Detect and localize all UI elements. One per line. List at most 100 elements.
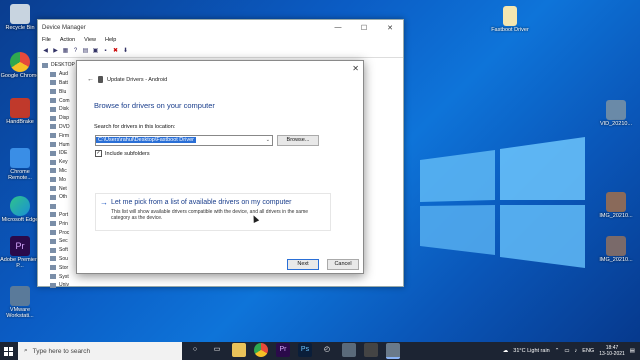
- device-tree-label: Soft: [59, 247, 68, 254]
- network-icon[interactable]: ▭: [564, 348, 569, 354]
- menu-bar: File Action View Help: [38, 35, 403, 45]
- device-tree-item[interactable]: Mo: [42, 175, 75, 184]
- device-tree-item[interactable]: Com: [42, 96, 75, 105]
- pick-from-list-option[interactable]: → Let me pick from a list of available d…: [95, 193, 331, 231]
- device-tree-item[interactable]: Proc: [42, 228, 75, 237]
- forward-icon[interactable]: ▶: [52, 48, 59, 55]
- toolbar: ◀ ▶ ▦ ? ▤ ▣ ▪ ✖ ⬇: [38, 45, 403, 58]
- desktop-icon-chrome-remote[interactable]: Chrome Remote...: [0, 148, 40, 181]
- desktop-icon-edge[interactable]: Microsoft Edge: [0, 196, 40, 223]
- device-tree-item[interactable]: [42, 202, 75, 211]
- edge-icon: [10, 196, 30, 216]
- device-tree-item[interactable]: Prin: [42, 219, 75, 228]
- device-tree-item[interactable]: Batt: [42, 79, 75, 88]
- task-view-2-icon[interactable]: ▭: [210, 343, 224, 357]
- system-tray: ☁ 31°C Light rain ⌃ ▭ ♪ ENG 18:47 13-10-…: [503, 342, 635, 360]
- device-tree-label: Prin: [59, 220, 68, 227]
- task-view-icon[interactable]: ○: [188, 343, 202, 357]
- photoshop-taskbar-icon[interactable]: Ps: [298, 343, 312, 357]
- device-tree-item[interactable]: Mic: [42, 167, 75, 176]
- device-tree-item[interactable]: Disk: [42, 105, 75, 114]
- device-tree-item[interactable]: Blu: [42, 87, 75, 96]
- chrome-icon: [10, 52, 30, 72]
- device-tree-item[interactable]: Key: [42, 158, 75, 167]
- device-tree-item[interactable]: Firm: [42, 131, 75, 140]
- vmware-icon: [10, 286, 30, 306]
- device-tree-item[interactable]: Stor: [42, 263, 75, 272]
- weather-text[interactable]: 31°C Light rain: [513, 348, 549, 354]
- start-button[interactable]: [0, 342, 16, 360]
- include-subfolders-checkbox[interactable]: ✓ Include subfolders: [95, 150, 150, 157]
- app-taskbar-icon[interactable]: ◴: [320, 343, 334, 357]
- device-category-icon: [50, 177, 56, 183]
- next-button[interactable]: Next: [287, 259, 319, 270]
- taskbar-search[interactable]: ⌕ Type here to search: [18, 342, 182, 360]
- help-icon[interactable]: ?: [72, 48, 79, 55]
- device-tree-item[interactable]: IDE: [42, 149, 75, 158]
- device-tree-item[interactable]: Sec: [42, 237, 75, 246]
- notifications-icon[interactable]: ▤: [630, 348, 635, 354]
- dialog-close-button[interactable]: ✕: [352, 64, 359, 73]
- scan-hardware-icon[interactable]: ▣: [92, 48, 99, 55]
- volume-icon[interactable]: ♪: [575, 348, 578, 354]
- device-category-icon: [50, 159, 56, 165]
- update-driver-icon[interactable]: ▤: [82, 48, 89, 55]
- device-tree-label: Com: [59, 97, 70, 104]
- active-app-taskbar-icon[interactable]: [386, 343, 400, 359]
- menu-action[interactable]: Action: [60, 37, 75, 43]
- menu-help[interactable]: Help: [105, 37, 116, 43]
- device-icon: [98, 76, 103, 83]
- windows-icon: [3, 346, 13, 356]
- premiere-taskbar-icon[interactable]: Pr: [276, 343, 290, 357]
- device-manager-taskbar-icon[interactable]: [342, 343, 356, 357]
- language-indicator[interactable]: ENG: [582, 348, 594, 354]
- clock[interactable]: 18:47 13-10-2021: [599, 345, 625, 357]
- browse-button[interactable]: Browse...: [277, 135, 319, 146]
- desktop-icon-image-2[interactable]: IMG_20210...: [596, 236, 636, 263]
- device-tree-label: Mic: [59, 167, 67, 174]
- close-button[interactable]: ✕: [377, 24, 403, 32]
- device-tree-item[interactable]: Net: [42, 184, 75, 193]
- driver-path-input[interactable]: C:\Users\rahul\Desktop\Fastboot Driver ⌄: [95, 135, 273, 146]
- device-tree-label: Batt: [59, 79, 68, 86]
- cancel-button[interactable]: Cancel: [327, 259, 359, 270]
- device-tree-item[interactable]: DESKTOP: [42, 61, 75, 70]
- chevron-down-icon[interactable]: ⌄: [266, 136, 270, 145]
- download-icon[interactable]: ⬇: [122, 48, 129, 55]
- desktop-icon-recycle-bin[interactable]: Recycle Bin: [0, 4, 40, 31]
- desktop-icon-vmware[interactable]: VMware Workstati...: [0, 286, 40, 319]
- menu-file[interactable]: File: [42, 37, 51, 43]
- minimize-button[interactable]: —: [325, 24, 351, 32]
- back-icon[interactable]: ◀: [42, 48, 49, 55]
- device-category-icon: [50, 106, 56, 112]
- desktop-icon-chrome[interactable]: Google Chrome: [0, 52, 40, 79]
- file-explorer-icon[interactable]: [232, 343, 246, 357]
- device-tree-item[interactable]: Port: [42, 211, 75, 220]
- chevron-up-icon[interactable]: ⌃: [555, 348, 560, 354]
- chrome-taskbar-icon[interactable]: [254, 343, 268, 357]
- properties-icon[interactable]: ▦: [62, 48, 69, 55]
- device-tree-item[interactable]: Univ: [42, 281, 75, 290]
- device-tree-item[interactable]: Oth: [42, 193, 75, 202]
- maximize-button[interactable]: ☐: [351, 24, 377, 32]
- desktop-icon-image-1[interactable]: IMG_20210...: [596, 192, 636, 219]
- device-tree-item[interactable]: Sou: [42, 255, 75, 264]
- device-tree-item[interactable]: Aud: [42, 70, 75, 79]
- device-tree-item[interactable]: Disp: [42, 114, 75, 123]
- desktop-icon-handbrake[interactable]: HandBrake: [0, 98, 40, 125]
- desktop-icon-video[interactable]: VID_20210...: [596, 100, 636, 127]
- device-tree-item[interactable]: Soft: [42, 246, 75, 255]
- update-drivers-dialog[interactable]: ✕ ← Update Drivers - Android Browse for …: [76, 60, 364, 274]
- back-arrow-icon[interactable]: ←: [87, 76, 94, 83]
- uninstall-icon[interactable]: ✖: [112, 48, 119, 55]
- weather-icon[interactable]: ☁: [503, 348, 509, 354]
- disable-icon[interactable]: ▪: [102, 48, 109, 55]
- device-tree-item[interactable]: Syst: [42, 272, 75, 281]
- menu-view[interactable]: View: [84, 37, 96, 43]
- desktop-icon-premiere[interactable]: Pr Adobe Premiere P...: [0, 236, 40, 269]
- device-tree-item[interactable]: DVD: [42, 123, 75, 132]
- device-tree-item[interactable]: Hum: [42, 140, 75, 149]
- desktop-icon-fastboot-folder[interactable]: Fastboot Driver: [490, 6, 530, 33]
- device-manager-titlebar[interactable]: Device Manager — ☐ ✕: [38, 20, 403, 35]
- media-taskbar-icon[interactable]: [364, 343, 378, 357]
